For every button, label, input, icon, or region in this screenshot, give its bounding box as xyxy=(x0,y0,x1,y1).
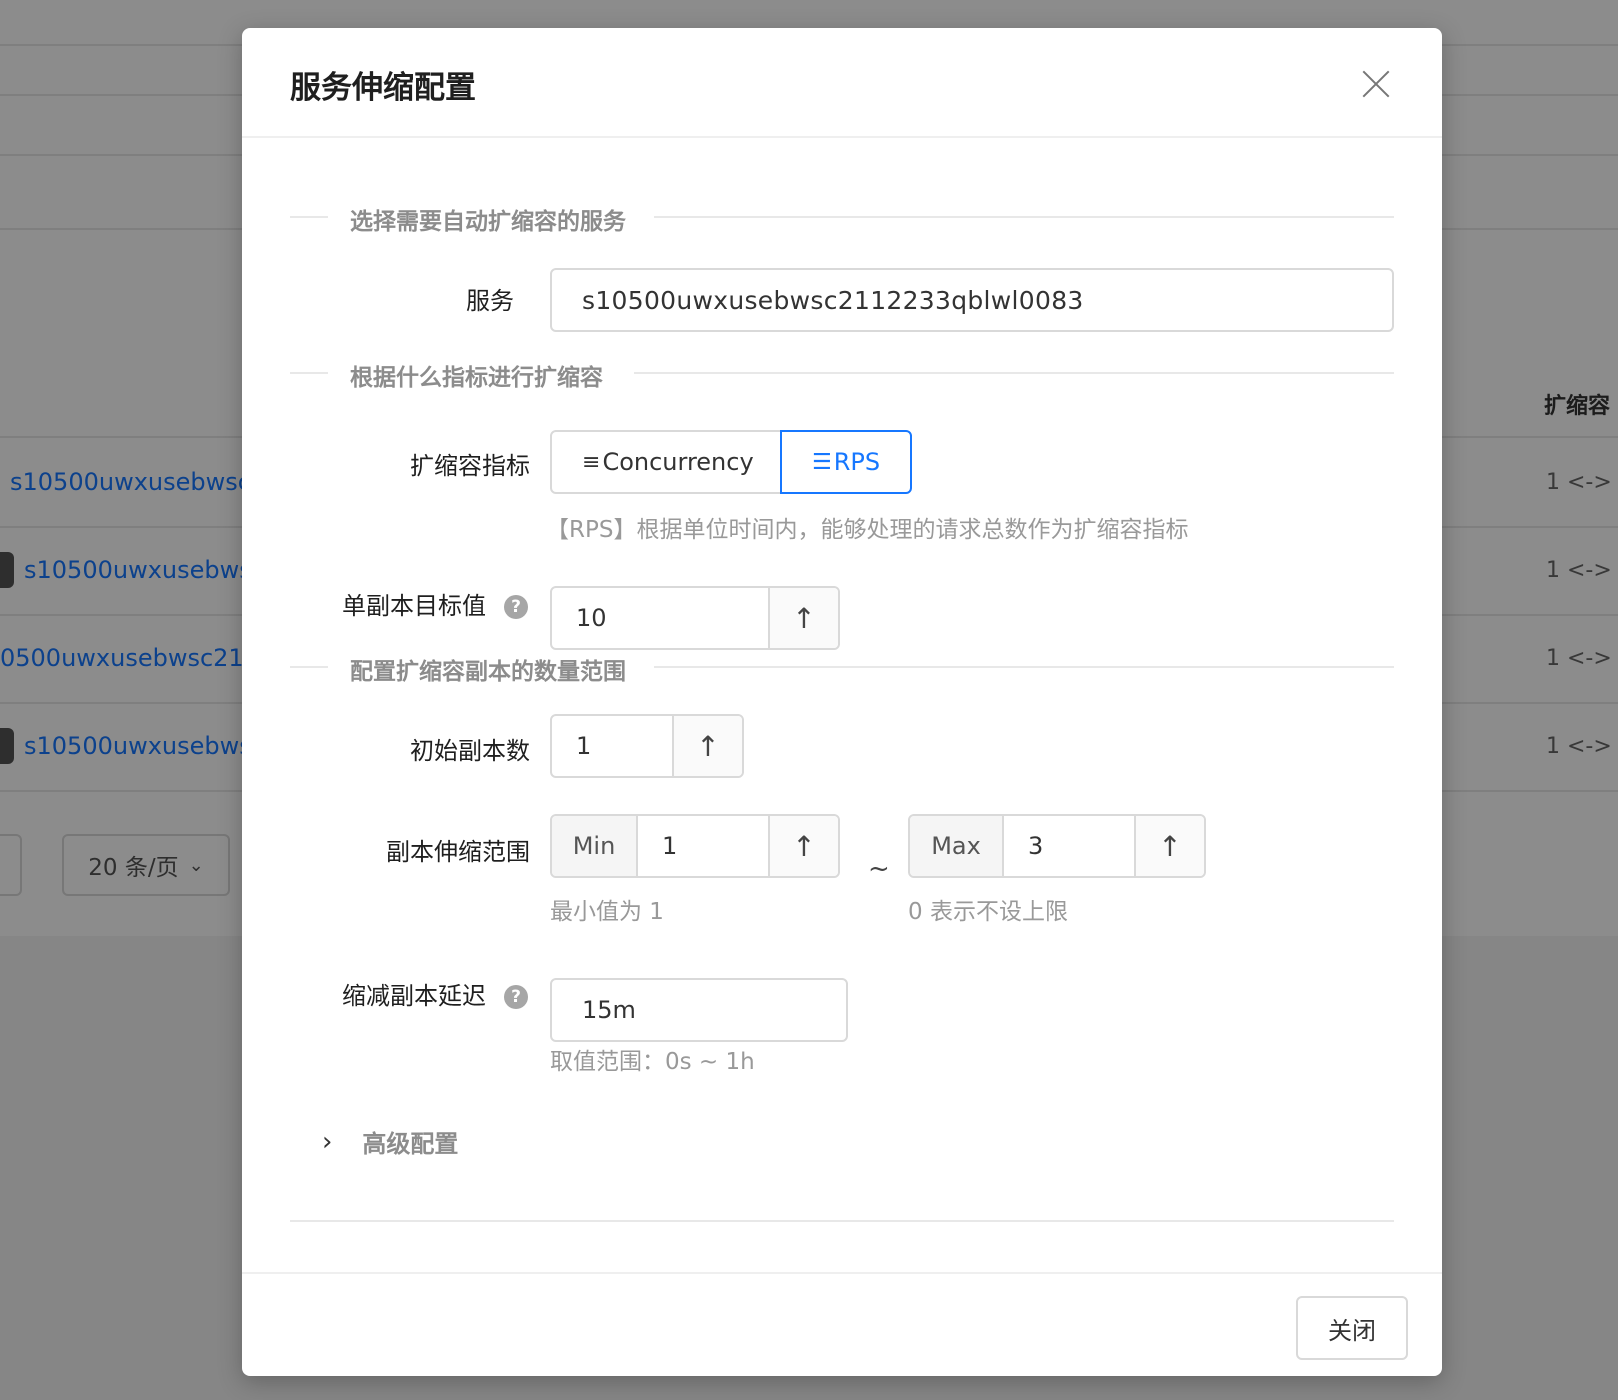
target-number-input[interactable]: 10 ↑ xyxy=(550,586,840,650)
service-input[interactable]: s10500uwxusebwsc2112233qblwl0083 xyxy=(550,268,1394,332)
metric-option-label: RPS xyxy=(833,448,881,476)
section-title: 配置扩缩容副本的数量范围 xyxy=(350,652,626,686)
section-title: 选择需要自动扩缩容的服务 xyxy=(350,202,626,236)
delay-hint: 取值范围：0s ~ 1h xyxy=(550,1049,755,1075)
section-divider-service: 选择需要自动扩缩容的服务 xyxy=(290,202,1394,236)
service-label: 服务 xyxy=(466,287,514,315)
section-title: 根据什么指标进行扩缩容 xyxy=(350,358,603,392)
question-circle-icon[interactable]: ? xyxy=(504,985,528,1009)
max-number-input[interactable]: Max 3 ↑ xyxy=(908,814,1206,878)
advanced-config-label: 高级配置 xyxy=(362,1130,459,1158)
close-button[interactable]: 关闭 xyxy=(1296,1296,1408,1360)
max-hint: 0 表示不设上限 xyxy=(908,899,1068,925)
metric-option-concurrency[interactable]: ≡ Concurrency xyxy=(550,430,782,494)
section-divider-range: 配置扩缩容副本的数量范围 xyxy=(290,652,1394,686)
delay-label-text: 缩减副本延迟 xyxy=(342,982,486,1010)
modal-title: 服务伸缩配置 xyxy=(290,70,476,106)
arrow-up-icon[interactable]: ↑ xyxy=(768,816,838,876)
arrow-up-icon[interactable]: ↑ xyxy=(768,588,838,648)
initial-label: 初始副本数 xyxy=(410,737,530,765)
metric-option-rps[interactable]: ☰ RPS xyxy=(780,430,912,494)
target-label: 单副本目标值? xyxy=(342,586,528,621)
target-value[interactable]: 10 xyxy=(552,588,768,648)
range-separator: ~ xyxy=(868,854,890,884)
sliders-icon: ☰ xyxy=(812,449,832,475)
body-divider xyxy=(290,1220,1394,1222)
delay-label: 缩减副本延迟? xyxy=(342,976,528,1011)
scaling-config-modal: 服务伸缩配置 选择需要自动扩缩容的服务 服务 s10500uwxusebwsc2… xyxy=(242,28,1442,1376)
range-label: 副本伸缩范围 xyxy=(386,838,530,866)
min-number-input[interactable]: Min 1 ↑ xyxy=(550,814,840,878)
advanced-config-toggle[interactable]: › 高级配置 xyxy=(322,1124,458,1159)
section-divider-metric: 根据什么指标进行扩缩容 xyxy=(290,358,1394,392)
initial-number-input[interactable]: 1 ↑ xyxy=(550,714,744,778)
close-icon[interactable] xyxy=(1356,64,1396,104)
metric-segmented-control: ≡ Concurrency ☰ RPS xyxy=(550,430,912,494)
min-hint: 最小值为 1 xyxy=(550,899,664,925)
initial-value[interactable]: 1 xyxy=(552,716,672,776)
delay-input[interactable]: 15m xyxy=(550,978,848,1042)
min-addon: Min xyxy=(552,816,638,876)
max-value[interactable]: 3 xyxy=(1004,816,1134,876)
arrow-up-icon[interactable]: ↑ xyxy=(672,716,742,776)
chevron-right-icon: › xyxy=(322,1126,333,1157)
modal-footer: 关闭 xyxy=(242,1272,1442,1376)
metric-option-label: Concurrency xyxy=(602,448,754,476)
min-value[interactable]: 1 xyxy=(638,816,768,876)
modal-header: 服务伸缩配置 xyxy=(242,28,1442,138)
arrow-up-icon[interactable]: ↑ xyxy=(1134,816,1204,876)
metric-label: 扩缩容指标 xyxy=(410,452,530,480)
max-addon: Max xyxy=(910,816,1004,876)
target-label-text: 单副本目标值 xyxy=(342,592,486,620)
menu-icon: ≡ xyxy=(582,449,601,475)
question-circle-icon[interactable]: ? xyxy=(504,595,528,619)
metric-hint: 【RPS】根据单位时间内，能够处理的请求总数作为扩缩容指标 xyxy=(546,517,1189,543)
